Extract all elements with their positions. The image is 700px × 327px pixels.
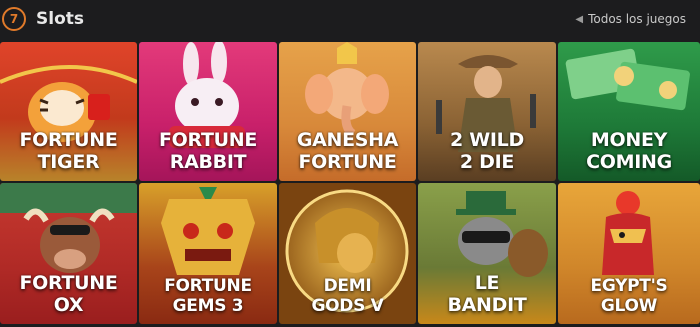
- game-tile-money-coming[interactable]: MONEY COMING: [558, 42, 700, 181]
- game-tile-2-wild-2-die[interactable]: 2 WILD 2 DIE: [418, 42, 556, 181]
- game-title: 2 WILD 2 DIE: [450, 129, 524, 173]
- game-tile-fortune-ox[interactable]: FORTUNE OX: [0, 183, 137, 324]
- game-title: FORTUNE OX: [19, 272, 118, 316]
- game-title: FORTUNE RABBIT: [158, 129, 258, 173]
- games-grid: FORTUNE TIGER FORTUNE RABBIT GANESHA FOR…: [0, 42, 700, 327]
- game-tile-egypts-glow[interactable]: EGYPT'S GLOW: [558, 183, 700, 324]
- game-tile-ganesha-fortune[interactable]: GANESHA FORTUNE: [279, 42, 416, 181]
- game-title: FORTUNE GEMS 3: [164, 276, 252, 316]
- game-title: DEMI GODS V: [311, 276, 384, 316]
- brand-logo: 7: [2, 7, 26, 31]
- game-title: EGYPT'S GLOW: [590, 276, 668, 316]
- game-tile-fortune-rabbit[interactable]: FORTUNE RABBIT: [139, 42, 277, 181]
- game-tile-fortune-gems-3[interactable]: FORTUNE GEMS 3: [139, 183, 277, 324]
- all-games-label: Todos los juegos: [588, 12, 686, 26]
- game-tile-le-bandit[interactable]: LE BANDIT: [418, 183, 556, 324]
- section-title: Slots: [36, 9, 84, 29]
- chevron-left-icon[interactable]: ◀: [575, 14, 583, 25]
- game-title: LE BANDIT: [447, 272, 527, 316]
- section-header: 7 Slots ◀ Todos los juegos: [0, 0, 700, 40]
- all-games-link[interactable]: ◀ Todos los juegos: [575, 12, 686, 26]
- game-title: GANESHA FORTUNE: [296, 129, 399, 173]
- game-tile-fortune-tiger[interactable]: FORTUNE TIGER: [0, 42, 137, 181]
- game-title: FORTUNE TIGER: [19, 129, 118, 173]
- game-title: MONEY COMING: [586, 129, 672, 173]
- game-tile-demi-gods-v[interactable]: DEMI GODS V: [279, 183, 416, 324]
